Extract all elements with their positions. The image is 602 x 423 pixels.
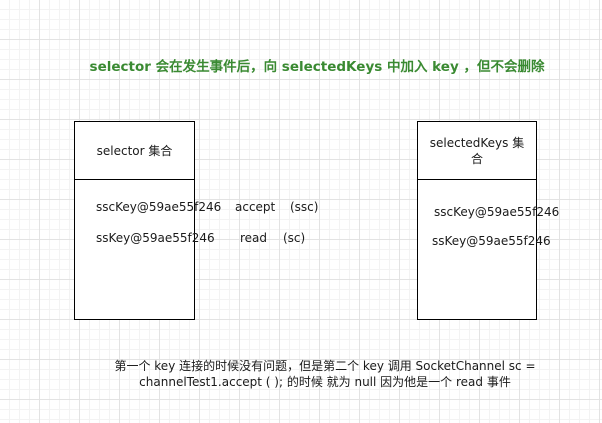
selected-keys-box-header: selectedKeys 集合	[417, 121, 537, 181]
footnote-text: 第一个 key 连接的时候没有问题，但是第二个 key 调用 SocketCha…	[114, 359, 536, 389]
selector-row-1-op: accept	[235, 200, 276, 214]
selector-row-1-channel: (ssc)	[290, 200, 319, 214]
selector-row-1-key: sscKey@59ae55f246	[96, 200, 222, 214]
diagram-title: selector 会在发生事件后，向 selectedKeys 中加入 key …	[89, 59, 545, 75]
selected-keys-box-body	[417, 179, 537, 320]
selected-keys-box-label: selectedKeys 集合	[429, 136, 525, 166]
selector-row-2-channel: (sc)	[283, 231, 306, 245]
selector-box-label: selector 集合	[96, 144, 173, 158]
selector-row-2-key: ssKey@59ae55f246	[96, 231, 215, 245]
selector-row-2-op: read	[240, 231, 268, 245]
selector-box-header: selector 集合	[74, 121, 195, 181]
selected-keys-row-1: sscKey@59ae55f246	[434, 205, 560, 219]
selected-keys-row-2: ssKey@59ae55f246	[432, 234, 551, 248]
